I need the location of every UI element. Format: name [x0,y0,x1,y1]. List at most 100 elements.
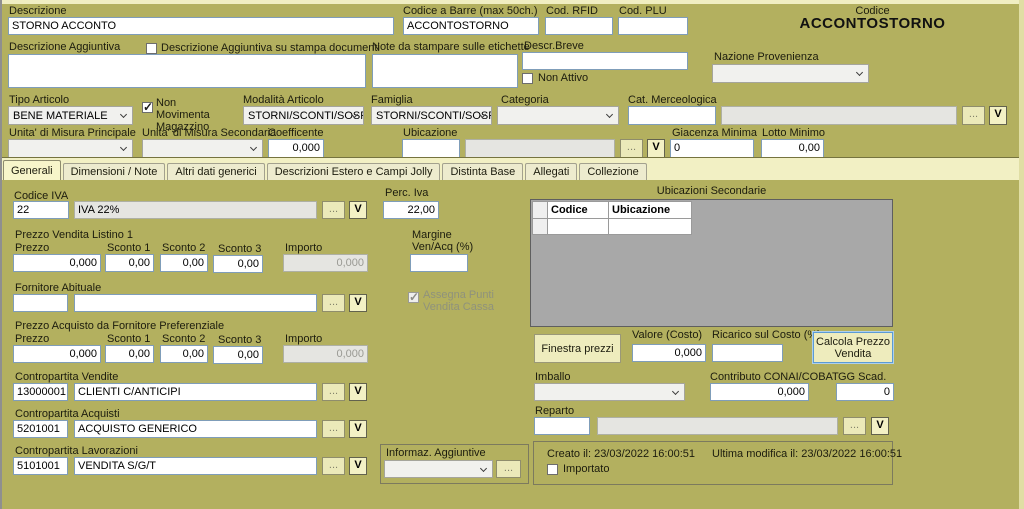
cod-plu-input[interactable] [618,17,688,35]
pa-sconto3-input[interactable]: 0,00 [213,346,263,364]
pa-prezzo-input[interactable]: 0,000 [13,345,101,363]
tab-dimensioni-note[interactable]: Dimensioni / Note [63,163,166,180]
contributo-conai-input[interactable]: 0,000 [710,383,809,401]
pv-sconto1-input[interactable]: 0,00 [105,254,154,272]
pv-importo-label: Importo [285,242,322,254]
pa-sconto2-label: Sconto 2 [162,333,205,345]
modalita-articolo-select[interactable]: STORNI/SCONTI/SOSP [243,106,364,125]
um-secondaria-select[interactable] [142,139,263,158]
fornitore-desc-input[interactable] [74,294,317,312]
reparto-browse-button[interactable]: ... [843,417,866,435]
tipo-articolo-select[interactable]: BENE MATERIALE [8,106,133,125]
table-row-selector[interactable] [532,218,548,235]
um-principale-select[interactable] [8,139,133,158]
perc-iva-input[interactable]: 22,00 [383,201,439,219]
tab-collezione[interactable]: Collezione [579,163,646,180]
ricarico-input[interactable] [712,344,783,362]
cat-merceologica-browse-button[interactable]: ... [962,106,985,125]
ubicazioni-secondarie-table[interactable]: Codice Ubicazione [530,199,893,327]
descr-breve-input[interactable] [522,52,688,70]
ubicazione-input[interactable] [402,139,460,158]
imballo-select[interactable] [534,383,685,401]
finestra-prezzi-button[interactable]: Finestra prezzi [534,334,621,363]
tab-altri-dati-generici[interactable]: Altri dati generici [167,163,264,180]
reparto-v-button[interactable]: V [871,417,889,435]
giacenza-minima-input[interactable]: 0 [670,139,754,158]
nazione-provenienza-select[interactable] [712,64,869,83]
famiglia-select[interactable]: STORNI/SCONTI/SOSP [371,106,492,125]
codice-iva-browse-button[interactable]: ... [322,201,345,219]
pa-sconto3-label: Sconto 3 [218,334,261,346]
gg-scad-input[interactable]: 0 [836,383,894,401]
codice-barre-input[interactable]: ACCONTOSTORNO [403,17,539,35]
table-cell-codice[interactable] [547,218,609,235]
codice-iva-input[interactable]: 22 [13,201,69,219]
tab-descrizioni-estero[interactable]: Descrizioni Estero e Campi Jolly [267,163,441,180]
pv-sconto3-input[interactable]: 0,00 [213,255,263,273]
cl-desc-input[interactable]: VENDITA S/G/T [74,457,317,475]
contropartita-acquisti-label: Contropartita Acquisti [15,408,120,420]
ca-code-input[interactable]: 5201001 [13,420,68,438]
cl-v-button[interactable]: V [349,457,367,475]
chevron-down-icon [120,144,127,151]
descrizione-aggiuntiva-textarea[interactable] [8,54,366,88]
cv-code-input[interactable]: 13000001 [13,383,68,401]
descrizione-input[interactable]: STORNO ACCONTO [8,17,394,35]
prezzo-vendita-title: Prezzo Vendita Listino 1 [15,229,133,241]
pv-prezzo-input[interactable]: 0,000 [13,254,101,272]
cl-browse-button[interactable]: ... [322,457,345,475]
descr-breve-label: Descr.Breve [524,40,584,52]
fornitore-browse-button[interactable]: ... [322,294,345,312]
ca-browse-button[interactable]: ... [322,420,345,438]
descrizione-aggiuntiva-label: Descrizione Aggiuntiva [9,41,120,53]
ubicazioni-secondarie-title: Ubicazioni Secondarie [530,185,893,197]
assegna-punti-checkbox[interactable] [408,292,419,303]
chevron-down-icon [480,465,487,472]
non-attivo-checkbox[interactable] [522,73,533,84]
valore-costo-label: Valore (Costo) [632,329,702,341]
note-etichette-textarea[interactable] [372,54,518,88]
contributo-conai-label: Contributo CONAI/COBAT [710,371,839,383]
cv-browse-button[interactable]: ... [322,383,345,401]
pa-sconto1-label: Sconto 1 [107,333,150,345]
informaz-aggiuntive-browse-button[interactable]: ... [496,460,521,478]
pa-sconto2-input[interactable]: 0,00 [160,345,208,363]
chevron-down-icon [606,111,613,118]
non-movimenta-checkbox[interactable] [142,102,153,113]
ca-v-button[interactable]: V [349,420,367,438]
descr-agg-stampa-checkbox[interactable] [146,43,157,54]
chevron-down-icon [250,144,257,151]
reparto-code-input[interactable] [534,417,590,435]
table-header-ubicazione[interactable]: Ubicazione [608,201,692,219]
informaz-aggiuntive-select[interactable] [384,460,493,478]
ca-desc-input[interactable]: ACQUISTO GENERICO [74,420,317,438]
pa-sconto1-input[interactable]: 0,00 [105,345,154,363]
creato-il-text: Creato il: 23/03/2022 16:00:51 [547,448,695,460]
cat-merceologica-input[interactable] [628,106,716,125]
tab-allegati[interactable]: Allegati [525,163,577,180]
cl-code-input[interactable]: 5101001 [13,457,68,475]
calcola-prezzo-vendita-button[interactable]: Calcola Prezzo Vendita [813,332,893,363]
coefficente-label: Coefficente [268,127,323,139]
cv-desc-input[interactable]: CLIENTI C/ANTICIPI [74,383,317,401]
pv-sconto2-input[interactable]: 0,00 [160,254,208,272]
valore-costo-input[interactable]: 0,000 [632,344,706,362]
margine-input[interactable] [410,254,468,272]
lotto-minimo-input[interactable]: 0,00 [761,139,824,158]
cod-rfid-input[interactable] [545,17,613,35]
tab-generali[interactable]: Generali [3,160,61,180]
cat-merceologica-v-button[interactable]: V [989,106,1007,125]
codice-iva-v-button[interactable]: V [349,201,367,219]
cv-v-button[interactable]: V [349,383,367,401]
categoria-select[interactable] [497,106,619,125]
ubicazione-v-button[interactable]: V [647,139,665,158]
tab-distinta-base[interactable]: Distinta Base [442,163,523,180]
fornitore-code-input[interactable] [13,294,68,312]
table-cell-ubicazione[interactable] [608,218,692,235]
table-header-codice[interactable]: Codice [547,201,609,219]
ubicazione-browse-button[interactable]: ... [620,139,643,158]
importato-checkbox[interactable] [547,464,558,475]
codice-iva-desc: IVA 22% [74,201,317,219]
coefficente-input[interactable]: 0,000 [268,139,324,158]
fornitore-v-button[interactable]: V [349,294,367,312]
